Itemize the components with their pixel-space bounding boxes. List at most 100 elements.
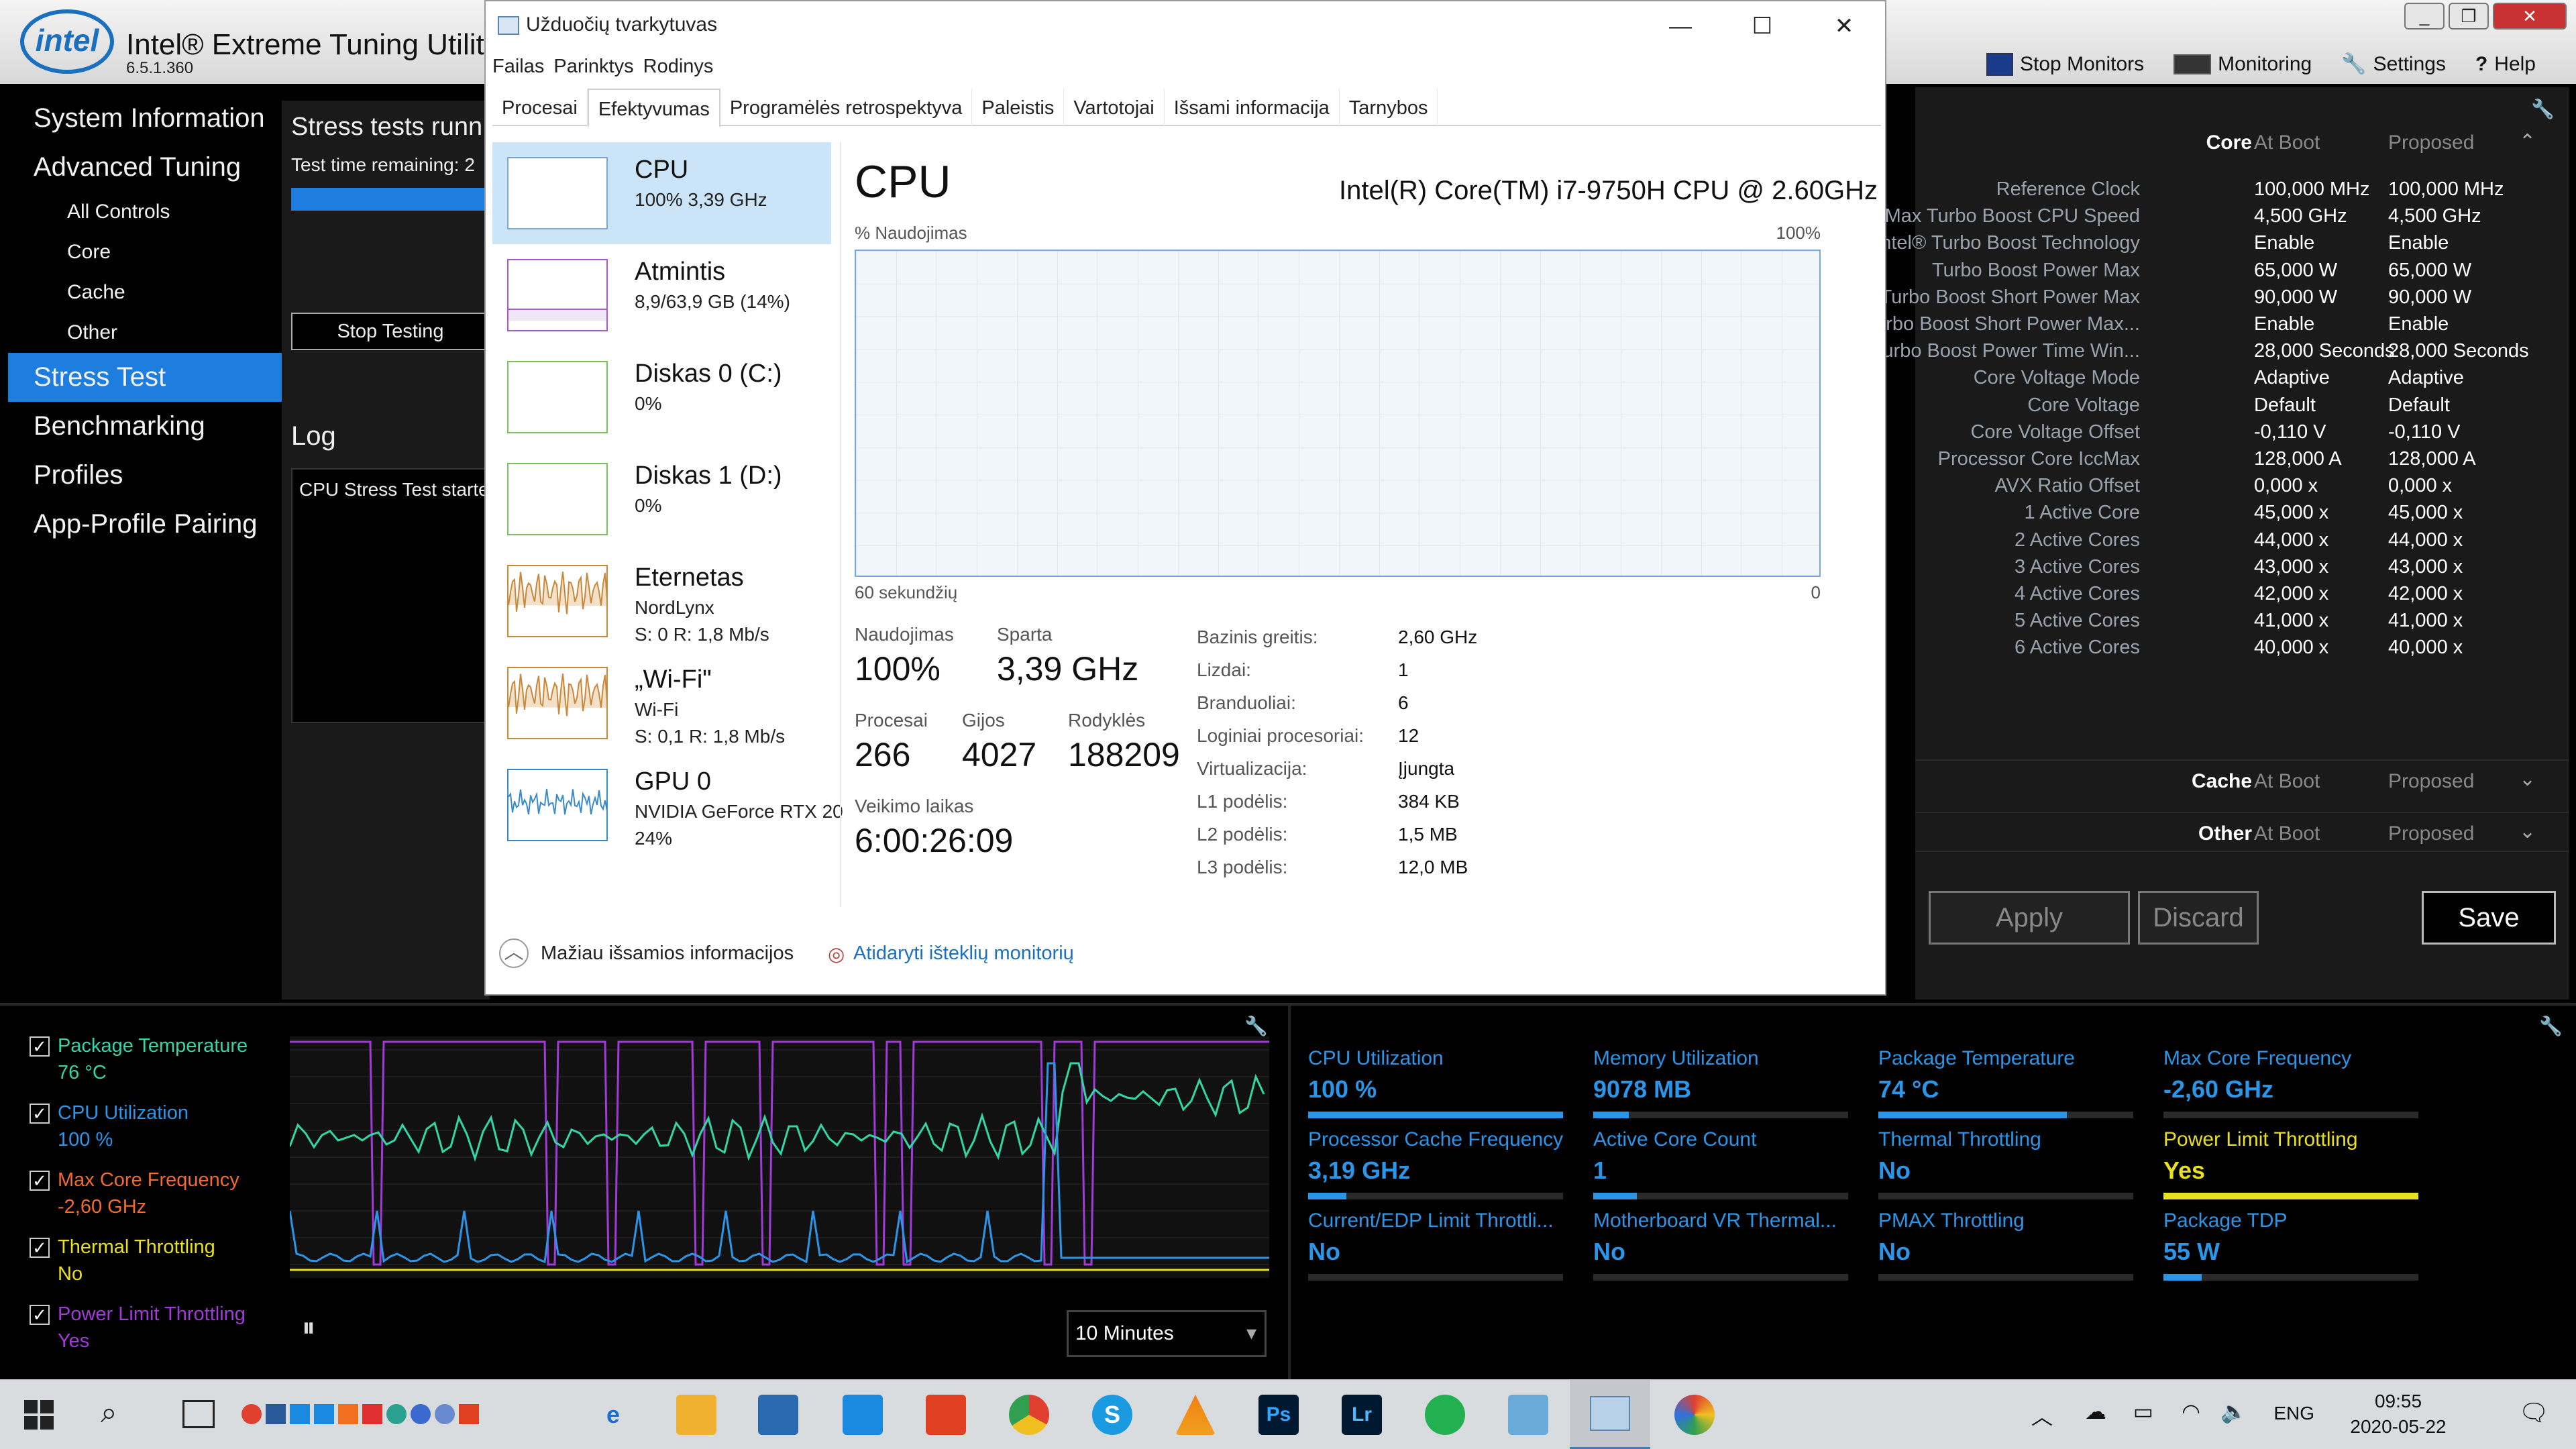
checkbox[interactable]: ✓ <box>30 1305 50 1325</box>
other-section[interactable]: Other At Boot Proposed ⌄ <box>1915 812 2569 852</box>
proposed-value[interactable]: -0,110 V <box>2388 421 2460 443</box>
app-icon[interactable] <box>362 1404 382 1424</box>
app-icon[interactable] <box>386 1404 407 1424</box>
tuning-row[interactable]: 4 Active Cores 42,000 x 42,000 x <box>1915 583 2569 610</box>
minimize-icon[interactable]: — <box>1640 1 1721 51</box>
app-icon[interactable] <box>314 1404 334 1424</box>
perf-item[interactable]: CPU 100% 3,39 GHz <box>492 142 831 244</box>
menu-options[interactable]: Parinktys <box>553 51 633 83</box>
proposed-value[interactable]: 42,000 x <box>2388 583 2463 605</box>
clock-date[interactable]: 2020-05-22 <box>2334 1416 2462 1438</box>
tuning-row[interactable]: 1 Active Core 45,000 x 45,000 x <box>1915 502 2569 529</box>
tuning-row[interactable]: 5 Active Cores 41,000 x 41,000 x <box>1915 610 2569 637</box>
mail-icon[interactable] <box>843 1395 883 1435</box>
tuning-row[interactable]: Core Voltage Mode Adaptive Adaptive <box>1915 367 2569 394</box>
nav-item-system-information[interactable]: System Information <box>8 94 282 143</box>
battery-icon[interactable]: ▭ <box>2133 1399 2153 1424</box>
app-icon[interactable] <box>1674 1395 1715 1435</box>
proposed-value[interactable]: Adaptive <box>2388 367 2464 389</box>
app-icon[interactable] <box>266 1404 286 1424</box>
vlc-icon[interactable] <box>1175 1395 1216 1435</box>
chevron-up-icon[interactable]: ︿ <box>499 938 529 968</box>
checkbox[interactable]: ✓ <box>30 1036 50 1057</box>
proposed-value[interactable]: Enable <box>2388 232 2449 254</box>
proposed-value[interactable]: 28,000 Seconds <box>2388 340 2529 362</box>
proposed-value[interactable]: 41,000 x <box>2388 610 2463 632</box>
perf-item[interactable]: Eternetas NordLynx S: 0 R: 1,8 Mb/s <box>492 550 831 652</box>
checkbox[interactable]: ✓ <box>30 1171 50 1191</box>
cache-section[interactable]: Cache At Boot Proposed ⌄ <box>1915 759 2569 800</box>
tuning-row[interactable]: Reference Clock 100,000 MHz 100,000 MHz <box>1915 178 2569 205</box>
tuning-row[interactable]: Core Voltage Offset -0,110 V -0,110 V <box>1915 421 2569 448</box>
tab-0[interactable]: Procesai <box>492 89 588 126</box>
maximize-icon[interactable]: ☐ <box>1721 1 1803 51</box>
proposed-value[interactable]: 100,000 MHz <box>2388 178 2504 201</box>
chevron-down-icon[interactable]: ⌄ <box>2519 820 2536 843</box>
nav-item-other[interactable]: Other <box>8 313 282 353</box>
save-button[interactable]: Save <box>2422 891 2556 945</box>
proposed-value[interactable]: 65,000 W <box>2388 260 2471 282</box>
skype-icon[interactable]: S <box>1092 1395 1132 1435</box>
chrome-icon[interactable] <box>241 1404 262 1424</box>
tuning-row[interactable]: Turbo Boost Short Power Max... Enable Enab… <box>1864 313 2569 340</box>
perf-item[interactable]: Diskas 0 (C:) 0% <box>492 346 831 448</box>
tuning-row[interactable]: Turbo Boost Short Power Max 90,000 W 90,00… <box>1880 286 2569 313</box>
restore-icon[interactable]: ❐ <box>2449 3 2489 30</box>
monitoring-button[interactable]: Monitoring <box>2174 52 2312 76</box>
app-icon[interactable] <box>459 1404 479 1424</box>
nav-item-app-profile-pairing[interactable]: App-Profile Pairing <box>8 500 282 549</box>
minimize-icon[interactable]: _ <box>2404 3 2445 30</box>
open-resource-monitor-link[interactable]: Atidaryti išteklių monitorių <box>853 943 1074 965</box>
fewer-details-link[interactable]: Mažiau išsamios informacijos <box>541 943 794 965</box>
wrench-icon[interactable]: 🔧 <box>2531 98 2555 120</box>
pause-icon[interactable]: ⏸ <box>302 1314 322 1341</box>
wifi-icon[interactable]: ◠ <box>2182 1399 2200 1424</box>
language-indicator[interactable]: ENG <box>2273 1403 2314 1424</box>
nav-item-core[interactable]: Core <box>8 232 282 272</box>
tuning-row[interactable]: Intel® Turbo Boost Technology Enable Enabl… <box>1875 232 2569 259</box>
app-icon[interactable] <box>1425 1395 1465 1435</box>
chevron-up-icon[interactable]: ︿ <box>2031 1400 2053 1431</box>
nav-item-benchmarking[interactable]: Benchmarking <box>8 402 282 451</box>
chrome-icon[interactable] <box>1009 1395 1049 1435</box>
tuning-row[interactable]: Core Voltage Default Default <box>1915 394 2569 421</box>
tab-6[interactable]: Tarnybos <box>1340 89 1438 126</box>
lightroom-icon[interactable]: Lr <box>1342 1395 1382 1435</box>
tab-2[interactable]: Programėlės retrospektyva <box>720 89 973 126</box>
start-icon[interactable] <box>24 1400 54 1430</box>
file-explorer-icon[interactable] <box>676 1395 716 1435</box>
store-icon[interactable] <box>758 1395 798 1435</box>
nav-item-cache[interactable]: Cache <box>8 272 282 313</box>
tuning-row[interactable]: Turbo Boost Power Time Win... 28,000 Seco… <box>1872 340 2569 367</box>
stop-testing-button[interactable]: Stop Testing <box>291 313 490 350</box>
notification-icon[interactable]: 🗨 <box>2518 1399 2549 1427</box>
proposed-value[interactable]: Enable <box>2388 313 2449 335</box>
time-range-select[interactable]: 10 Minutes ▾ <box>1067 1310 1267 1357</box>
chevron-down-icon[interactable]: ⌄ <box>2519 767 2536 791</box>
app-icon[interactable] <box>290 1404 310 1424</box>
perf-item[interactable]: Atmintis 8,9/63,9 GB (14%) <box>492 244 831 346</box>
settings-button[interactable]: 🔧 Settings <box>2341 52 2446 76</box>
close-icon[interactable]: ✕ <box>2493 3 2567 30</box>
stop-monitors-button[interactable]: Stop Monitors <box>1986 52 2144 76</box>
checkbox[interactable]: ✓ <box>30 1238 50 1258</box>
proposed-value[interactable]: 44,000 x <box>2388 529 2463 551</box>
menu-file[interactable]: Failas <box>492 51 544 83</box>
tuning-row[interactable]: AVX Ratio Offset 0,000 x 0,000 x <box>1915 475 2569 502</box>
task-view-icon[interactable] <box>182 1400 215 1428</box>
tab-1[interactable]: Efektyvumas <box>587 89 720 127</box>
tuning-row[interactable]: Turbo Boost Power Max 65,000 W 65,000 W <box>1915 260 2569 286</box>
wrench-icon[interactable]: 🔧 <box>1244 1015 1268 1037</box>
app-icon[interactable] <box>1508 1395 1548 1435</box>
help-button[interactable]: ? Help <box>2475 52 2536 76</box>
cloud-icon[interactable]: ☁ <box>2085 1399 2106 1424</box>
app-icon[interactable] <box>435 1404 455 1424</box>
proposed-value[interactable]: 90,000 W <box>2388 286 2471 309</box>
office-icon[interactable] <box>926 1395 966 1435</box>
clock-time[interactable]: 09:55 <box>2348 1391 2449 1412</box>
perf-item[interactable]: Diskas 1 (D:) 0% <box>492 448 831 550</box>
nav-item-profiles[interactable]: Profiles <box>8 451 282 500</box>
proposed-value[interactable]: 4,500 GHz <box>2388 205 2481 227</box>
app-icon[interactable] <box>338 1404 358 1424</box>
app-icon[interactable] <box>411 1404 431 1424</box>
